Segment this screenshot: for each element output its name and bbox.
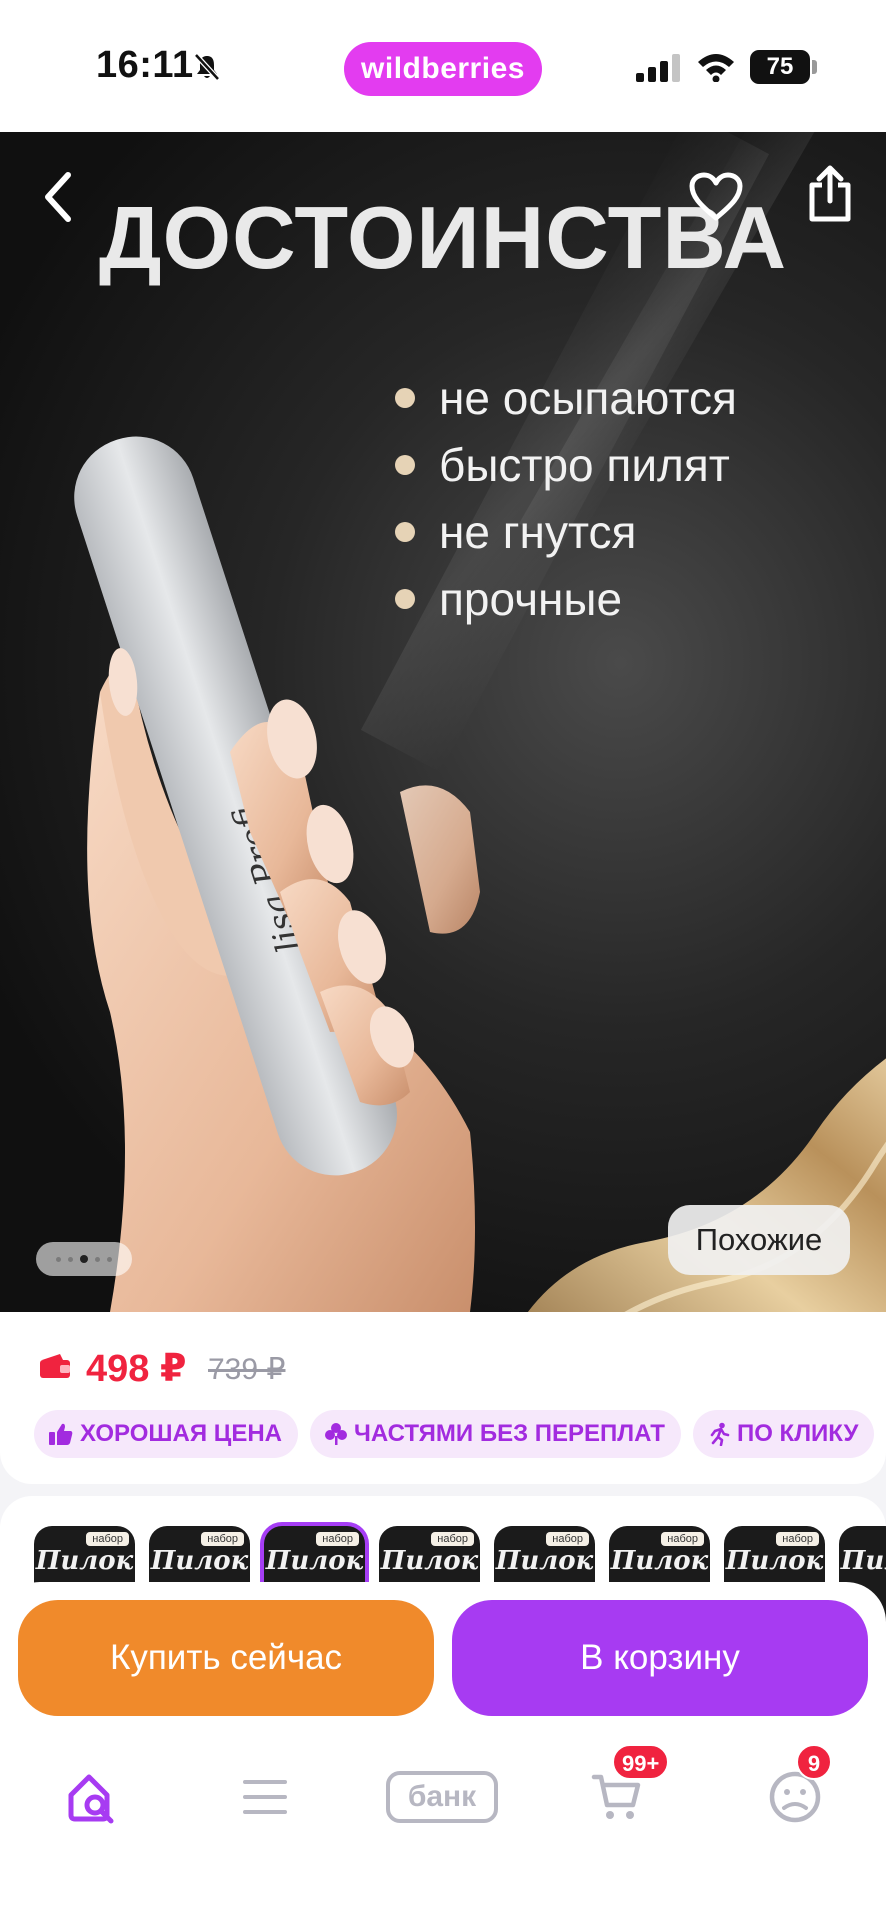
running-person-icon — [710, 1422, 730, 1446]
purchase-actions: Купить сейчас В корзину — [0, 1582, 886, 1732]
product-image-carousel[interactable]: ДОСТОИНСТВА не осыпаются быстро пилят не… — [0, 132, 886, 1312]
pagination-dot — [107, 1256, 112, 1262]
old-price: 739 ₽ — [208, 1353, 286, 1386]
bank-label: банк — [386, 1771, 498, 1823]
cellular-signal-icon — [636, 54, 680, 82]
profile-notification-badge: 9 — [796, 1744, 832, 1780]
buy-now-button[interactable]: Купить сейчас — [18, 1600, 434, 1716]
heart-icon — [689, 172, 743, 221]
tab-cart[interactable]: 99+ — [572, 1744, 670, 1832]
tab-catalog[interactable] — [220, 1762, 310, 1832]
share-icon — [809, 165, 851, 222]
tab-bank[interactable]: банк — [380, 1762, 504, 1832]
pagination-dot-active — [80, 1255, 88, 1263]
menu-icon — [243, 1780, 287, 1814]
favorite-button[interactable] — [684, 165, 748, 229]
battery-tip — [812, 60, 817, 74]
similar-products-button[interactable]: Похожие — [668, 1205, 850, 1275]
hand-with-nail-file-illustration: lisa Profi 180/240 PROFESSIONAL — [74, 436, 480, 1312]
price-card: 498 ₽ 739 ₽ ХОРОШАЯ ЦЕНА ЧАСТЯМИ БЕЗ ПЕР… — [0, 1312, 886, 1484]
installments-badge[interactable]: ЧАСТЯМИ БЕЗ ПЕРЕПЛАТ — [309, 1410, 681, 1458]
brand-pill: wildberries — [344, 42, 542, 96]
home-search-icon — [68, 1774, 114, 1824]
pagination-dot — [56, 1256, 61, 1262]
share-button[interactable] — [798, 162, 862, 226]
bottom-tab-bar: банк 99+ 9 — [0, 1732, 886, 1920]
good-price-badge[interactable]: ХОРОШАЯ ЦЕНА — [34, 1410, 298, 1458]
back-button[interactable] — [26, 165, 90, 229]
wallet-icon — [40, 1354, 70, 1378]
price-badges: ХОРОШАЯ ЦЕНА ЧАСТЯМИ БЕЗ ПЕРЕПЛАТ ПО КЛИ… — [34, 1410, 875, 1458]
chevron-left-icon — [45, 172, 71, 222]
wifi-icon — [698, 54, 734, 82]
carousel-pagination — [36, 1242, 132, 1276]
add-to-cart-button[interactable]: В корзину — [452, 1600, 868, 1716]
tab-profile[interactable]: 9 — [750, 1744, 840, 1832]
product-screen: 16:11 wildberries 75 ДОСТОИНСТВА не осып… — [0, 0, 886, 1920]
battery-indicator: 75 — [750, 50, 810, 84]
pagination-dot — [68, 1256, 73, 1262]
one-click-badge[interactable]: ПО КЛИКУ — [692, 1410, 875, 1458]
pagination-dot — [95, 1256, 100, 1262]
cart-count-badge: 99+ — [612, 1744, 670, 1780]
clover-icon — [324, 1423, 347, 1445]
current-price: 498 ₽ — [86, 1348, 187, 1390]
thumbs-up-icon — [49, 1423, 73, 1445]
muted-bell-icon — [194, 53, 220, 81]
status-time: 16:11 — [96, 44, 194, 86]
tab-home[interactable] — [46, 1762, 136, 1832]
status-bar: 16:11 wildberries 75 — [0, 0, 886, 132]
